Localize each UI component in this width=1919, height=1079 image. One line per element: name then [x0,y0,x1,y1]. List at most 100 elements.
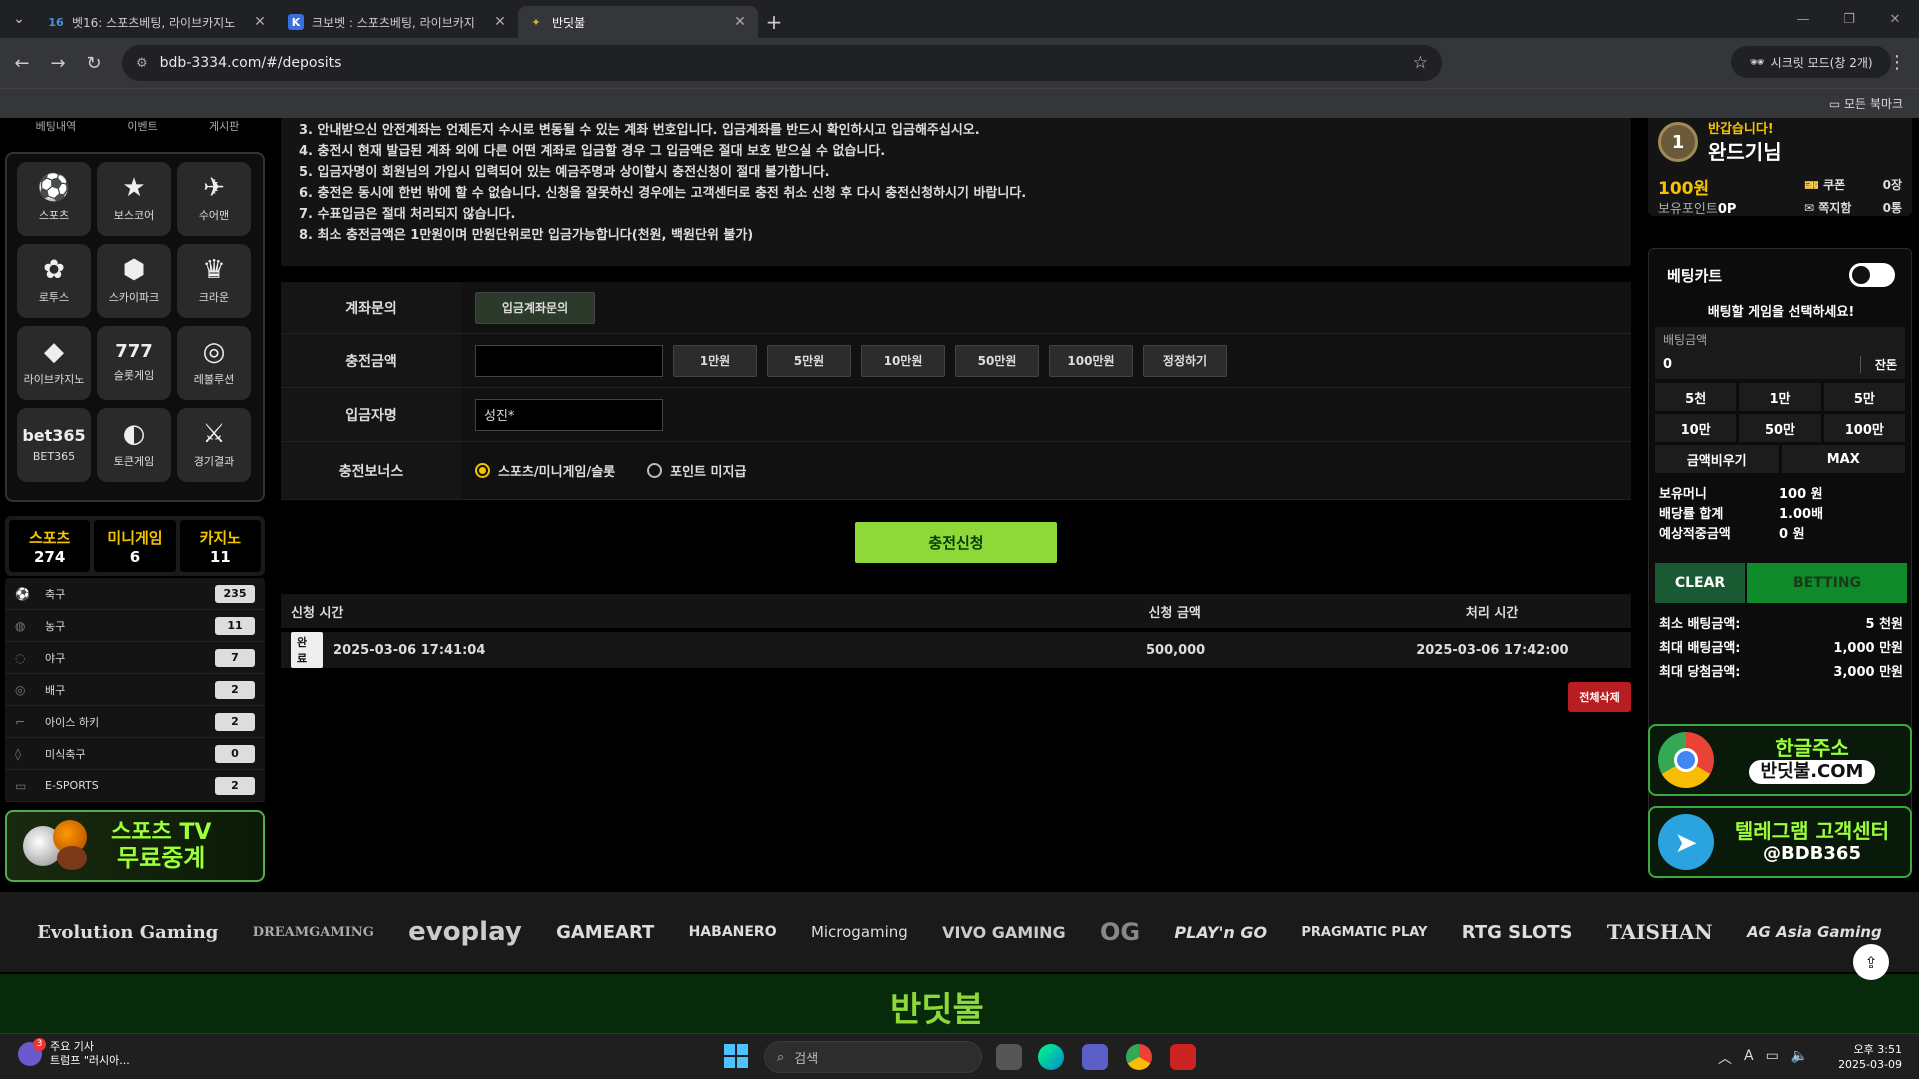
amount-input[interactable] [475,344,663,377]
taskbar-clock[interactable]: 오후 3:51 2025-03-09 [1832,1042,1902,1073]
amount-10k-button[interactable]: 1만원 [673,344,757,377]
game-results[interactable]: ⚔ 경기결과 [177,408,251,482]
game-revolution[interactable]: ◎ 레볼루션 [177,326,251,400]
sport-item-soccer[interactable]: ⚽ 축구 235 [5,578,265,610]
chip-5k[interactable]: 5천 [1655,383,1737,411]
bonus-option-none[interactable]: 포인트 미지급 [647,461,746,480]
all-bookmarks[interactable]: ▭ 모든 북마크 [1829,95,1903,112]
telegram-logo-icon: ➤ [1658,814,1714,870]
site-info-icon[interactable]: ⚙ [136,56,148,71]
browser-tab-3[interactable]: ✦ 반딧불 ✕ [518,6,758,38]
amount-50k-button[interactable]: 5만원 [767,344,851,377]
tab-search-icon[interactable]: ⌄ [0,0,38,38]
delete-all-button[interactable]: 전체삭제 [1568,682,1631,712]
tab-minigame[interactable]: 미니게임 6 [94,520,176,572]
game-crown[interactable]: ♛ 크라운 [177,244,251,318]
amount-1m-button[interactable]: 100만원 [1049,344,1133,377]
nav-events[interactable]: 이벤트 [127,118,157,138]
sport-item-esports[interactable]: ▭ E-SPORTS 2 [5,770,265,802]
game-lotus[interactable]: ✿ 로투스 [17,244,91,318]
game-token[interactable]: ◐ 토큰게임 [97,408,171,482]
amount-500k-button[interactable]: 50만원 [955,344,1039,377]
provider-logo: evoplay [408,917,522,947]
forward-icon[interactable]: → [40,45,76,81]
edge-icon[interactable] [1038,1044,1064,1070]
sport-item-volleyball[interactable]: ◎ 배구 2 [5,674,265,706]
scroll-top-icon[interactable]: ⇪ [1853,944,1889,980]
address-bar[interactable]: ⚙ bdb-3334.com/#/deposits ☆ [122,45,1442,81]
limit-row: 최대 배팅금액: 1,000 만원 [1659,637,1903,656]
telegram-banner[interactable]: ➤ 텔레그램 고객센터 @BDB365 [1648,806,1912,878]
game-boscore[interactable]: ★ 보스코어 [97,162,171,236]
browser-tab-2[interactable]: K 크보벳 : 스포츠베팅, 라이브카지 ✕ [278,6,518,38]
message-link[interactable]: ✉ 쪽지함 0통 [1804,199,1902,216]
bookmark-star-icon[interactable]: ☆ [1413,53,1428,73]
sports-tv-banner[interactable]: 스포츠 TV 무료중계 [5,810,265,882]
chip-50k[interactable]: 5만 [1823,383,1905,411]
clear-amount-button[interactable]: 금액비우기 [1655,445,1779,473]
tab-close-icon[interactable]: ✕ [492,14,508,30]
game-suaman[interactable]: ✈ 수어맨 [177,162,251,236]
app-icon[interactable] [1170,1044,1196,1070]
game-live-casino[interactable]: ◆ 라이브카지노 [17,326,91,400]
tab-sports[interactable]: 스포츠 274 [9,520,91,572]
chip-10k[interactable]: 1만 [1739,383,1821,411]
minimize-icon[interactable]: — [1780,0,1826,38]
volume-icon[interactable]: 🔈 [1791,1048,1808,1068]
envelope-icon: ✉ [1804,201,1819,215]
tray-chevron-icon[interactable]: ︿ [1718,1048,1732,1068]
betting-button[interactable]: BETTING [1747,563,1907,603]
depositor-input[interactable]: 성진* [475,398,663,431]
bet-amount-field[interactable]: 0 잔돈 [1655,349,1905,379]
reload-icon[interactable]: ↻ [76,45,112,81]
close-window-icon[interactable]: ✕ [1872,0,1918,38]
game-skypark[interactable]: ⬢ 스카이파크 [97,244,171,318]
sport-item-football[interactable]: ◊ 미식축구 0 [5,738,265,770]
domain-banner[interactable]: 한글주소 반딧불.COM [1648,724,1912,796]
tab-close-icon[interactable]: ✕ [252,14,268,30]
nav-bet-history[interactable]: 베팅내역 [36,118,76,138]
chip-500k[interactable]: 50만 [1739,414,1821,442]
task-view-icon[interactable] [996,1044,1022,1070]
taskbar-search[interactable]: ⌕ 검색 [764,1041,982,1073]
deposit-submit-button[interactable]: 충전신청 [855,522,1057,563]
news-icon [18,1038,46,1067]
tab-count: 11 [209,547,231,566]
max-button[interactable]: MAX [1781,445,1905,473]
game-sports[interactable]: ⚽ 스포츠 [17,162,91,236]
amount-reset-button[interactable]: 정정하기 [1143,344,1227,377]
restore-icon[interactable]: ❐ [1826,0,1872,38]
level-badge: 1 [1658,122,1698,162]
coupon-link[interactable]: 🎫 쿠폰 0장 [1804,176,1902,193]
network-icon[interactable]: ▭ [1766,1048,1779,1068]
bonus-option-sports[interactable]: 스포츠/미니게임/슬롯 [475,461,615,480]
teams-icon[interactable] [1082,1044,1108,1070]
incognito-badge[interactable]: 🕶 시크릿 모드(창 2개) [1731,46,1891,78]
chip-100k[interactable]: 10만 [1655,414,1737,442]
tab-close-icon[interactable]: ✕ [732,14,748,30]
news-subtitle: 트럼프 "러시아... [50,1054,130,1068]
chip-1m[interactable]: 100만 [1823,414,1905,442]
browser-tab-1[interactable]: 16 벳16: 스포츠베팅, 라이브카지노 ✕ [38,6,278,38]
bet-cart-toggle[interactable] [1849,263,1895,287]
clear-button[interactable]: CLEAR [1655,563,1745,603]
news-widget[interactable]: 주요 기사트럼프 "러시아... [18,1038,130,1069]
windows-start-icon[interactable] [724,1044,748,1068]
sport-item-basketball[interactable]: ◍ 농구 11 [5,610,265,642]
balance-button[interactable]: 잔돈 [1859,355,1897,373]
game-bet365[interactable]: bet365 BET365 [17,408,91,482]
account-inquiry-button[interactable]: 입금계좌문의 [475,291,595,324]
amount-100k-button[interactable]: 10만원 [861,344,945,377]
lotus-icon: ✿ [43,255,65,285]
ime-icon[interactable]: A [1744,1048,1754,1068]
back-icon[interactable]: ← [4,45,40,81]
chrome-icon[interactable] [1126,1044,1152,1070]
tab-casino[interactable]: 카지노 11 [179,520,261,572]
new-tab-icon[interactable]: + [758,6,790,38]
nav-board[interactable]: 게시판 [209,118,239,138]
sport-item-baseball[interactable]: ◌ 야구 7 [5,642,265,674]
browser-menu-icon[interactable]: ⋮ [1888,52,1906,73]
game-label: 스포츠 [38,209,70,222]
game-slots[interactable]: 777 슬롯게임 [97,326,171,400]
sport-item-icehockey[interactable]: ⌐ 아이스 하키 2 [5,706,265,738]
